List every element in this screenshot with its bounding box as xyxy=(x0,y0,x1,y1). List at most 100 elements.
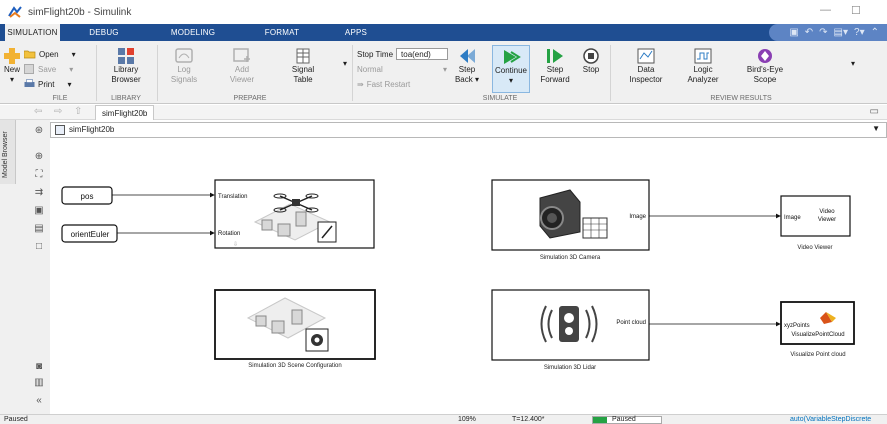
stop-label: Stop xyxy=(582,65,600,74)
library-label-2: Browser xyxy=(111,75,141,84)
camera-block[interactable]: Image xyxy=(491,179,650,251)
fast-restart-label: Fast Restart xyxy=(366,79,411,89)
save-button[interactable]: Save ▾ xyxy=(24,63,73,75)
lidar-block-name: Simulation 3D Lidar xyxy=(544,365,596,371)
redo-icon[interactable]: ↷ xyxy=(819,27,827,38)
model-tab[interactable]: simFlight20b xyxy=(95,105,155,120)
model-icon xyxy=(55,125,65,135)
video-viewer-block[interactable]: Image Video Viewer xyxy=(780,195,851,237)
scene-block-name: Simulation 3D Scene Configuration xyxy=(248,363,341,369)
collapse-icon[interactable]: « xyxy=(32,394,46,408)
tab-debug[interactable]: DEBUG xyxy=(74,24,134,41)
fast-restart-button[interactable]: ⇛ Fast Restart xyxy=(357,78,410,90)
quick-access-toolbar: ▣ ↶ ↷ ▤▾ ?▾ ⌃ xyxy=(769,24,887,41)
prepare-gallery-expand[interactable]: ▾ xyxy=(340,59,350,69)
rotation-port-label: Rotation xyxy=(218,231,240,237)
zoom-level: 109% xyxy=(458,416,476,423)
hide-explorer-icon[interactable]: ▭ xyxy=(870,106,879,117)
review-section-label: REVIEW RESULTS xyxy=(710,95,772,102)
log-signals-icon xyxy=(175,48,193,63)
visualize-point-cloud-title: VisualizePointCloud xyxy=(791,332,844,338)
screenshot-icon[interactable]: ◙ xyxy=(32,360,46,374)
explorer-bar-icon[interactable]: ▥ xyxy=(32,376,46,390)
area-icon[interactable]: □ xyxy=(32,240,46,254)
undo-icon[interactable]: ↶ xyxy=(805,27,813,38)
collapse-icon[interactable]: ⌃ xyxy=(871,27,879,38)
log-signals-button[interactable]: Log Signals xyxy=(166,47,202,85)
step-forward-button[interactable]: Step Forward xyxy=(538,47,572,85)
orient-euler-block[interactable]: orientEuler xyxy=(61,224,118,243)
progress-fill xyxy=(593,417,607,423)
birds-eye-scope-icon xyxy=(758,49,772,63)
tab-simulation[interactable]: SIMULATION xyxy=(4,24,60,41)
back-arrow-icon[interactable]: ⇦ xyxy=(34,106,42,117)
orient-euler-label: orientEuler xyxy=(71,230,110,239)
log-label-1: Log xyxy=(177,65,191,74)
library-grid-icon xyxy=(118,48,134,64)
stop-time-field: Stop Time toa(end) xyxy=(357,48,449,60)
step-back-button[interactable]: Step Back ▾ xyxy=(452,47,482,85)
open-label: Open xyxy=(39,49,59,59)
solver-info[interactable]: auto(VariableStepDiscrete xyxy=(790,415,871,424)
signal-table-button[interactable]: Signal Table xyxy=(286,47,320,85)
stop-time-input[interactable]: toa(end) xyxy=(396,48,449,60)
birds-eye-scope-button[interactable]: Bird's-Eye Scope xyxy=(740,47,790,85)
simulation-mode-select[interactable]: Normal ▾ xyxy=(357,63,447,75)
maximize-icon[interactable]: ☐ xyxy=(851,4,861,17)
address-bar[interactable]: simFlight20b ▼ xyxy=(50,122,887,138)
forward-arrow-icon[interactable]: ⇨ xyxy=(54,106,62,117)
annotation-icon[interactable]: ▣ xyxy=(32,204,46,218)
minimize-icon[interactable]: — xyxy=(820,4,831,16)
title-bar: simFlight20b - Simulink — ☐ xyxy=(0,0,887,24)
visualize-point-cloud-name: Visualize Point cloud xyxy=(790,352,845,358)
xyz-points-port-label: xyzPoints xyxy=(784,323,810,329)
hide-browser-icon[interactable]: ⊛ xyxy=(32,124,46,138)
birds-eye-label-2: Scope xyxy=(753,75,777,84)
zoom-icon[interactable]: ⊕ xyxy=(32,150,46,164)
data-inspector-label-2: Inspector xyxy=(629,75,663,84)
step-forward-label-2: Forward xyxy=(540,75,570,84)
up-arrow-icon[interactable]: ⇧ xyxy=(74,106,82,117)
tab-modeling[interactable]: MODELING xyxy=(158,24,228,41)
printer-icon xyxy=(24,79,35,87)
vehicle-block[interactable]: Translation Rotation ⇩ xyxy=(214,179,375,249)
signal-arrow-icon[interactable]: ⇉ xyxy=(32,186,46,200)
image-port-label: Image xyxy=(629,214,646,220)
new-button[interactable]: New ▾ xyxy=(2,47,22,85)
visualize-point-cloud-block[interactable]: xyzPoints VisualizePointCloud xyxy=(780,301,855,345)
save-label: Save xyxy=(38,64,57,74)
open-button[interactable]: Open ▾ xyxy=(24,48,76,60)
separator xyxy=(352,45,353,101)
model-canvas[interactable]: pos orientEuler Translation Rotation ⇩ I… xyxy=(50,138,887,414)
left-palette: Model Browser ⊛ ⊕ ⛶ ⇉ ▣ ▤ □ ◙ ▥ « xyxy=(0,120,50,414)
pos-block[interactable]: pos xyxy=(61,186,113,205)
scene-configuration-block[interactable] xyxy=(214,289,376,360)
add-viewer-button[interactable]: Add Viewer xyxy=(224,47,260,85)
image-icon[interactable]: ▤ xyxy=(32,222,46,236)
tab-format[interactable]: FORMAT xyxy=(252,24,312,41)
address-dropdown-icon[interactable]: ▼ xyxy=(872,124,880,133)
tab-apps[interactable]: APPS xyxy=(336,24,376,41)
step-back-label-1: Step xyxy=(458,65,476,74)
simulate-section-label: SIMULATE xyxy=(482,95,518,102)
model-browser-tab[interactable]: Model Browser xyxy=(0,120,16,184)
stop-button[interactable]: Stop xyxy=(578,47,604,75)
library-section-label: LIBRARY xyxy=(111,95,141,102)
logic-analyzer-label-2: Analyzer xyxy=(687,75,719,84)
lidar-block[interactable]: Point cloud xyxy=(491,289,650,361)
library-browser-button[interactable]: Library Browser xyxy=(104,47,148,85)
add-viewer-icon xyxy=(233,48,250,62)
layout-icon[interactable]: ▤▾ xyxy=(834,27,848,38)
continue-button[interactable]: Continue ▾ xyxy=(492,45,530,93)
data-inspector-button[interactable]: Data Inspector xyxy=(625,47,667,85)
point-cloud-port-label: Point cloud xyxy=(616,320,646,326)
print-button[interactable]: Print ▾ xyxy=(24,78,71,90)
camera-block-name: Simulation 3D Camera xyxy=(540,255,601,261)
fit-view-icon[interactable]: ⛶ xyxy=(32,168,46,182)
logic-analyzer-button[interactable]: Logic Analyzer xyxy=(680,47,726,85)
help-icon[interactable]: ?▾ xyxy=(854,27,865,38)
save-icon[interactable]: ▣ xyxy=(789,27,798,38)
table-icon xyxy=(296,48,310,64)
status-state: Paused xyxy=(4,416,28,423)
review-gallery-expand[interactable]: ▾ xyxy=(848,59,858,69)
